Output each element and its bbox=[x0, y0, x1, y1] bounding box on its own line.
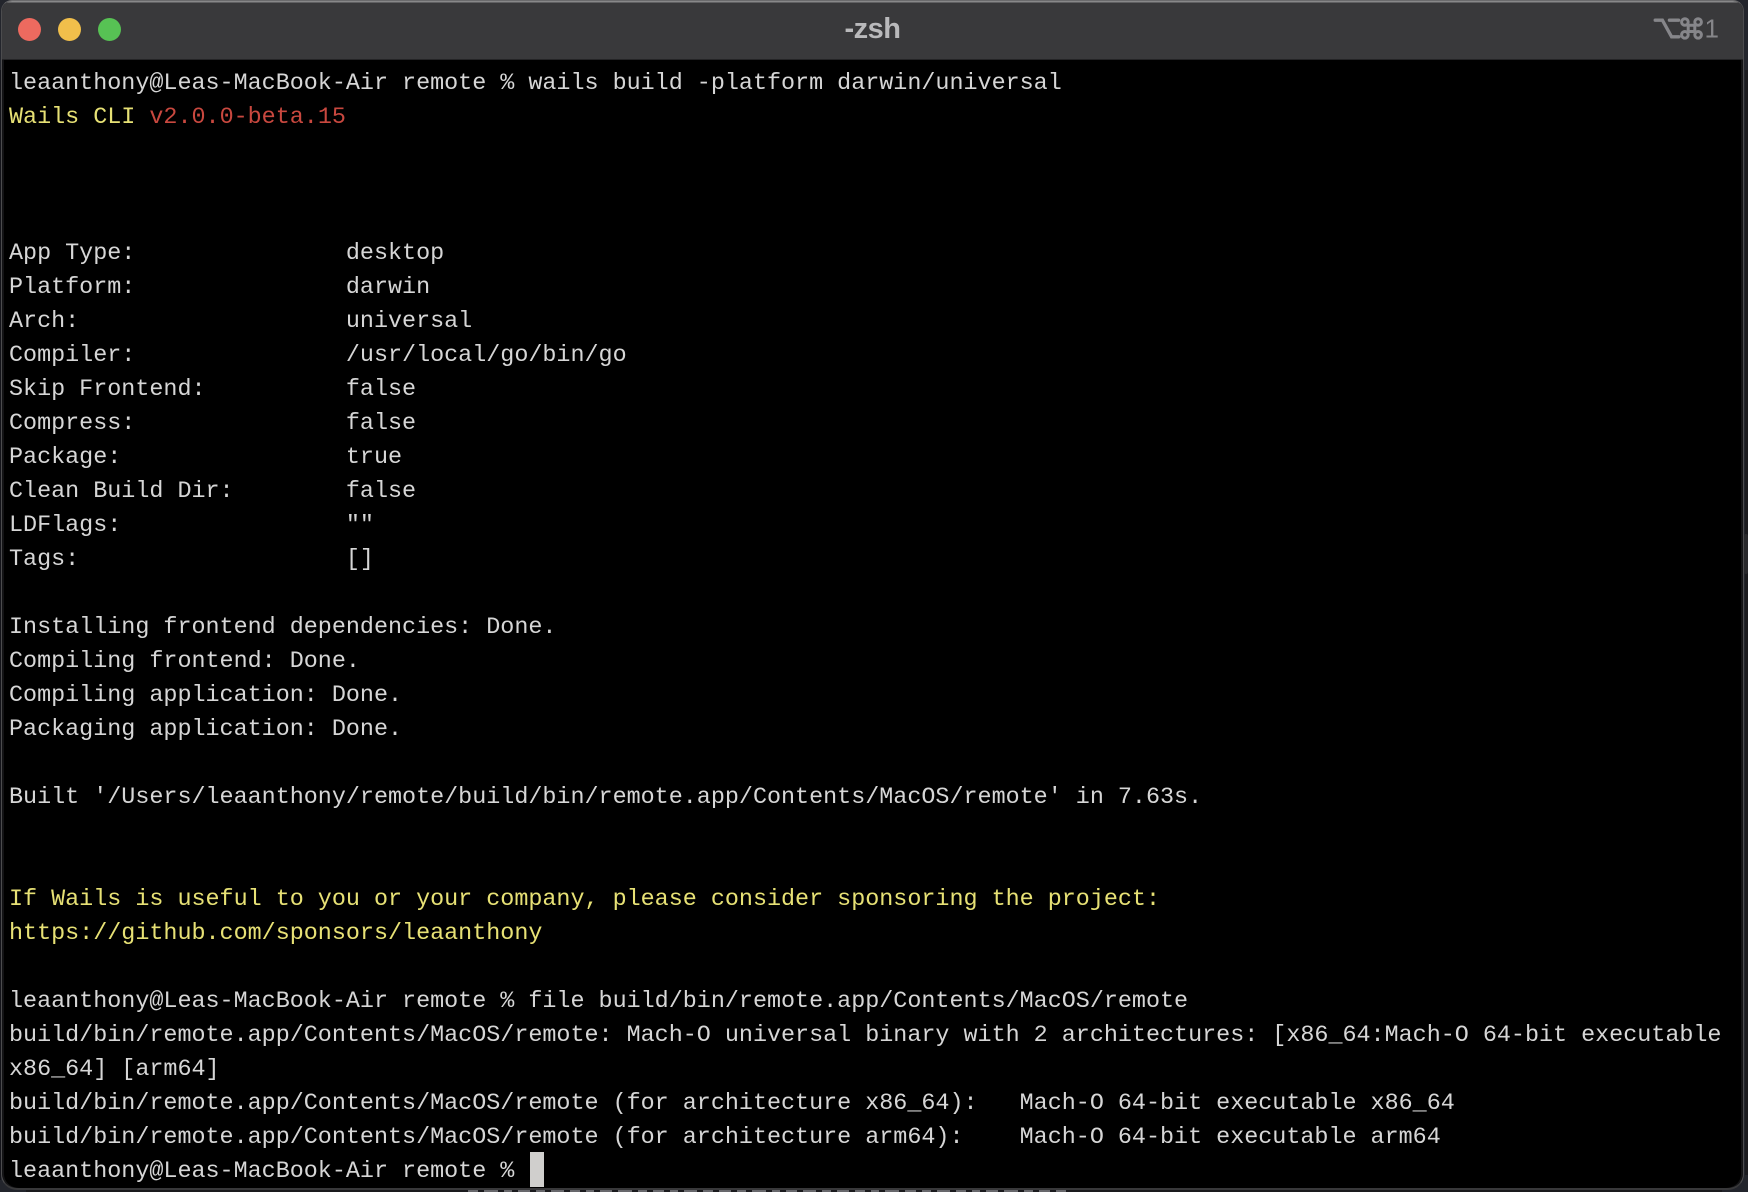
svg-text:1: 1 bbox=[1705, 15, 1719, 44]
